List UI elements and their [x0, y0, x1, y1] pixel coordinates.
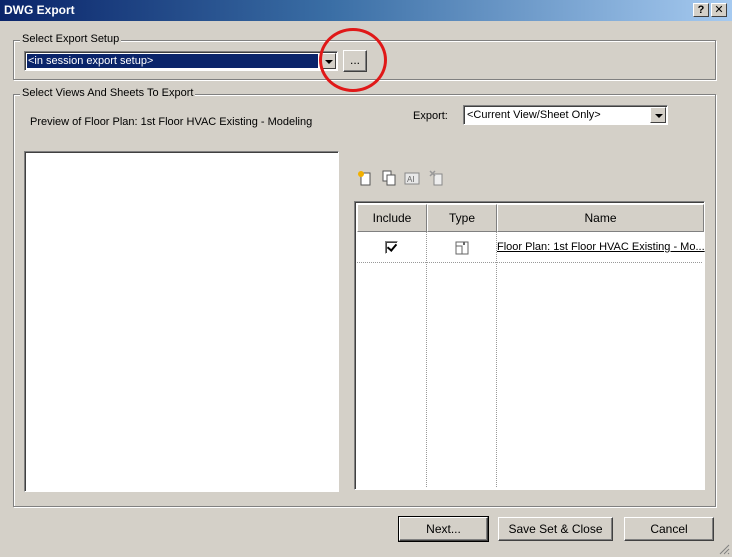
next-button[interactable]: Next... — [398, 516, 489, 542]
column-divider — [496, 232, 497, 487]
include-checkbox[interactable] — [385, 241, 398, 254]
column-header-type[interactable]: Type — [427, 204, 497, 232]
svg-text:AI: AI — [407, 175, 415, 184]
export-label: Export: — [413, 110, 448, 122]
column-divider — [426, 232, 427, 487]
export-scope-combo[interactable]: <Current View/Sheet Only> — [463, 105, 668, 125]
chevron-down-icon[interactable] — [650, 107, 666, 123]
export-setup-value: <in session export setup> — [27, 54, 318, 68]
preview-pane — [24, 151, 339, 492]
preview-label: Preview of Floor Plan: 1st Floor HVAC Ex… — [30, 116, 313, 128]
window-title: DWG Export — [4, 3, 75, 17]
export-scope-value: <Current View/Sheet Only> — [467, 109, 601, 121]
help-button[interactable]: ? — [693, 3, 709, 17]
duplicate-set-icon[interactable] — [381, 170, 397, 186]
table-row[interactable]: Floor Plan: 1st Floor HVAC Existing - Mo… — [357, 233, 705, 262]
export-setup-legend: Select Export Setup — [20, 33, 122, 45]
highlight-circle — [319, 28, 387, 92]
views-legend: Select Views And Sheets To Export — [20, 87, 196, 99]
floor-plan-icon — [454, 240, 470, 256]
close-button[interactable]: ✕ — [711, 3, 727, 17]
rename-set-icon[interactable]: AI — [404, 170, 420, 186]
save-set-close-button[interactable]: Save Set & Close — [498, 517, 613, 541]
views-table: Include Type Name Floor Plan: 1st Floor … — [354, 201, 705, 490]
column-header-name[interactable]: Name — [497, 204, 704, 232]
new-set-icon[interactable] — [357, 170, 373, 186]
row-divider — [357, 262, 702, 263]
export-setup-combo[interactable]: <in session export setup> — [24, 51, 338, 71]
title-bar[interactable]: DWG Export ? ✕ — [0, 0, 732, 21]
resize-grip-icon[interactable] — [719, 544, 730, 555]
cancel-button[interactable]: Cancel — [624, 517, 714, 541]
view-name-link[interactable]: Floor Plan: 1st Floor HVAC Existing - Mo… — [497, 241, 705, 253]
column-header-include[interactable]: Include — [357, 204, 427, 232]
delete-set-icon[interactable] — [429, 170, 445, 186]
